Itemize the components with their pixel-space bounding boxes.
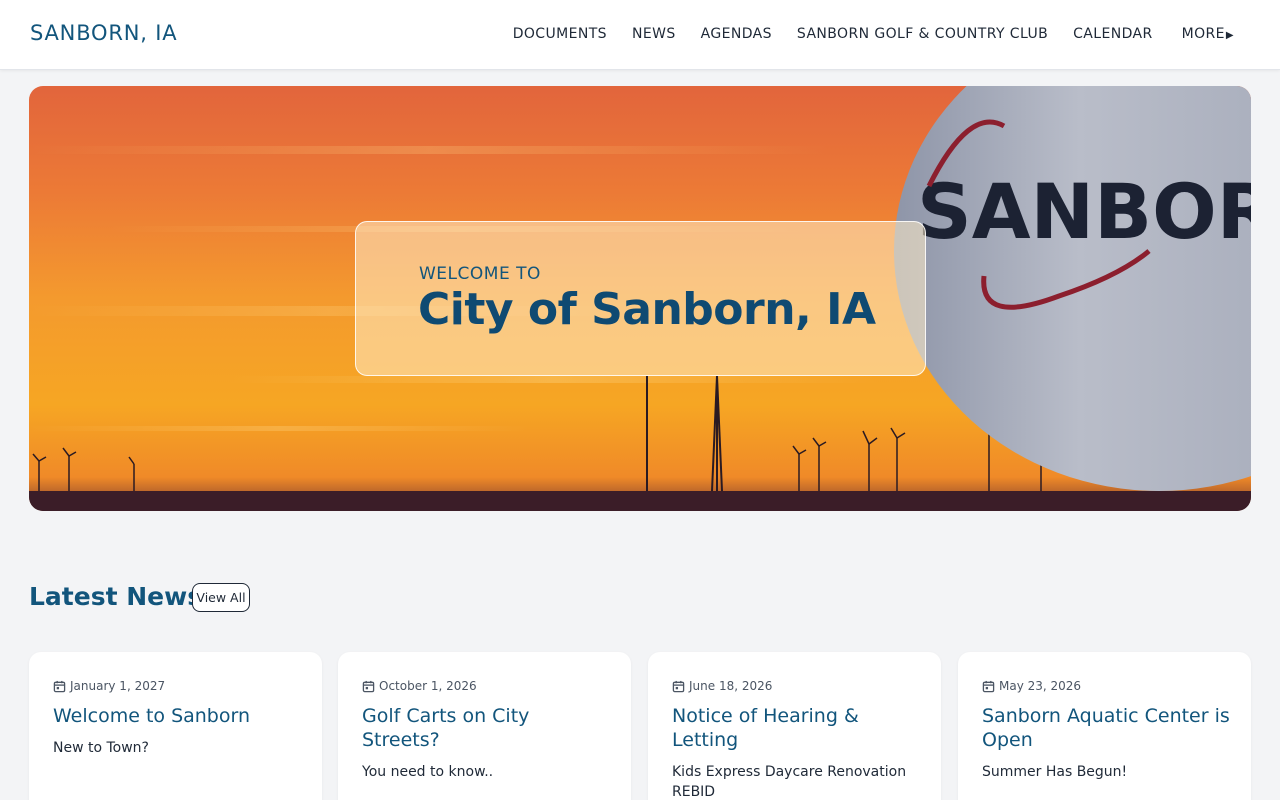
- welcome-label: WELCOME TO: [419, 264, 541, 284]
- news-date-row: October 1, 2026: [362, 679, 477, 693]
- news-summary: Kids Express Daycare Renovation REBID: [672, 764, 907, 800]
- nav-item-golf-country-club[interactable]: SANBORN GOLF & COUNTRY CLUB: [797, 26, 1048, 42]
- news-date: June 18, 2026: [689, 679, 773, 693]
- calendar-icon: [982, 680, 995, 692]
- news-date-row: June 18, 2026: [672, 679, 772, 693]
- hero-banner: SANBORN WELCOME TO City of Sanborn, IA: [29, 86, 1251, 511]
- news-title[interactable]: Sanborn Aquatic Center is Open: [982, 704, 1232, 752]
- news-card[interactable]: May 23, 2026 Sanborn Aquatic Center is O…: [958, 652, 1251, 800]
- news-summary: You need to know..: [362, 764, 494, 780]
- news-date-row: May 23, 2026: [982, 679, 1081, 693]
- calendar-icon: [362, 680, 375, 692]
- main-nav: DOCUMENTS NEWS AGENDAS SANBORN GOLF & CO…: [488, 26, 1234, 42]
- news-date: October 1, 2026: [379, 679, 477, 693]
- news-date: May 23, 2026: [999, 679, 1082, 693]
- news-title[interactable]: Golf Carts on City Streets?: [362, 704, 612, 752]
- news-title[interactable]: Welcome to Sanborn: [53, 704, 303, 728]
- water-tower-lettering: SANBORN: [917, 167, 1251, 256]
- calendar-icon: [672, 680, 685, 692]
- latest-news-heading: Latest News: [29, 582, 203, 611]
- nav-item-more[interactable]: MORE▶: [1182, 26, 1234, 42]
- news-title[interactable]: Notice of Hearing & Letting: [672, 704, 922, 752]
- news-date-row: January 1, 2027: [53, 679, 165, 693]
- caret-right-icon: ▶: [1225, 30, 1234, 41]
- news-card[interactable]: January 1, 2027 Welcome to Sanborn New t…: [29, 652, 322, 800]
- view-all-button[interactable]: View All: [192, 583, 250, 612]
- news-date: January 1, 2027: [70, 679, 166, 693]
- site-logo-link[interactable]: SANBORN, IA: [30, 21, 177, 45]
- nav-more-label: MORE: [1181, 26, 1225, 42]
- site-header: SANBORN, IA DOCUMENTS NEWS AGENDAS SANBO…: [0, 0, 1280, 70]
- news-card[interactable]: October 1, 2026 Golf Carts on City Stree…: [338, 652, 631, 800]
- news-summary: Summer Has Begun!: [982, 764, 1128, 780]
- nav-item-agendas[interactable]: AGENDAS: [701, 26, 772, 42]
- news-card[interactable]: June 18, 2026 Notice of Hearing & Lettin…: [648, 652, 941, 800]
- nav-item-news[interactable]: NEWS: [632, 26, 676, 42]
- welcome-card: WELCOME TO City of Sanborn, IA: [355, 221, 926, 376]
- calendar-icon: [53, 680, 66, 692]
- nav-item-documents[interactable]: DOCUMENTS: [513, 26, 607, 42]
- news-summary: New to Town?: [53, 740, 149, 756]
- nav-item-calendar[interactable]: CALENDAR: [1073, 26, 1153, 42]
- city-title: City of Sanborn, IA: [418, 284, 876, 335]
